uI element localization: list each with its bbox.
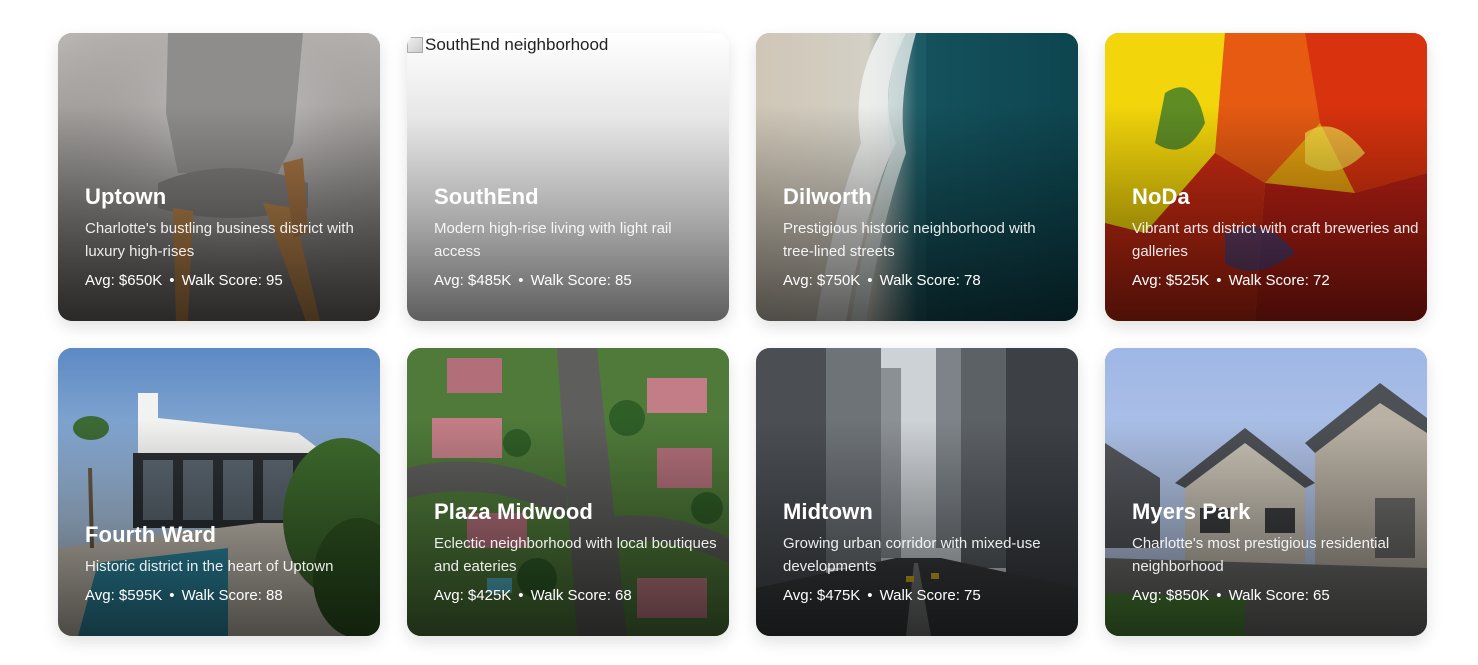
avg-price: Avg: $475K (783, 587, 861, 604)
avg-price: Avg: $595K (85, 587, 163, 604)
neighborhood-name: Dilworth (783, 184, 872, 209)
neighborhood-name: NoDa (1132, 184, 1190, 209)
walk-score: Walk Score: 88 (181, 587, 283, 604)
neighborhood-card-myers-park[interactable]: Myers Park Charlotte's most prestigious … (1105, 348, 1427, 636)
avg-price: Avg: $650K (85, 272, 163, 289)
avg-price: Avg: $750K (783, 272, 861, 289)
neighborhood-stats: Avg: $485K • Walk Score: 85 (434, 271, 721, 291)
separator: • (518, 272, 524, 289)
neighborhood-grid: Uptown Charlotte's bustling business dis… (58, 33, 1427, 636)
neighborhood-description: Charlotte's most prestigious residential… (1132, 535, 1390, 575)
neighborhood-description: Prestigious historic neighborhood with t… (783, 220, 1036, 260)
separator: • (518, 587, 524, 604)
neighborhood-stats: Avg: $595K • Walk Score: 88 (85, 586, 372, 606)
neighborhood-description: Historic district in the heart of Uptown (85, 558, 334, 575)
separator: • (1216, 272, 1222, 289)
neighborhood-name: Plaza Midwood (434, 499, 593, 524)
image-alt-text: SouthEnd neighborhood (425, 35, 609, 54)
neighborhood-card-fourth-ward[interactable]: Fourth Ward Historic district in the hea… (58, 348, 380, 636)
card-content: Myers Park Charlotte's most prestigious … (1132, 499, 1419, 606)
avg-price: Avg: $425K (434, 587, 512, 604)
neighborhood-stats: Avg: $650K • Walk Score: 95 (85, 271, 372, 291)
walk-score: Walk Score: 65 (1228, 587, 1330, 604)
neighborhood-stats: Avg: $425K • Walk Score: 68 (434, 586, 721, 606)
avg-price: Avg: $850K (1132, 587, 1210, 604)
walk-score: Walk Score: 75 (879, 587, 981, 604)
neighborhood-name: Uptown (85, 184, 167, 209)
card-content: SouthEnd Modern high-rise living with li… (434, 184, 721, 291)
neighborhood-description: Growing urban corridor with mixed-use de… (783, 535, 1041, 575)
walk-score: Walk Score: 68 (530, 587, 632, 604)
card-content: NoDa Vibrant arts district with craft br… (1132, 184, 1419, 291)
avg-price: Avg: $525K (1132, 272, 1210, 289)
neighborhood-card-southend[interactable]: SouthEnd neighborhood SouthEnd Modern hi… (407, 33, 729, 321)
neighborhood-stats: Avg: $525K • Walk Score: 72 (1132, 271, 1419, 291)
separator: • (867, 587, 873, 604)
avg-price: Avg: $485K (434, 272, 512, 289)
separator: • (169, 587, 175, 604)
walk-score: Walk Score: 72 (1228, 272, 1330, 289)
neighborhood-name: SouthEnd (434, 184, 539, 209)
neighborhood-card-noda[interactable]: NoDa Vibrant arts district with craft br… (1105, 33, 1427, 321)
neighborhood-stats: Avg: $850K • Walk Score: 65 (1132, 586, 1419, 606)
neighborhood-card-midtown[interactable]: Midtown Growing urban corridor with mixe… (756, 348, 1078, 636)
neighborhood-stats: Avg: $750K • Walk Score: 78 (783, 271, 1070, 291)
neighborhood-description: Modern high-rise living with light rail … (434, 220, 672, 260)
card-content: Midtown Growing urban corridor with mixe… (783, 499, 1070, 606)
separator: • (1216, 587, 1222, 604)
neighborhood-card-dilworth[interactable]: Dilworth Prestigious historic neighborho… (756, 33, 1078, 321)
neighborhood-description: Vibrant arts district with craft breweri… (1132, 220, 1419, 260)
neighborhood-description: Eclectic neighborhood with local boutiqu… (434, 535, 717, 575)
card-content: Plaza Midwood Eclectic neighborhood with… (434, 499, 721, 606)
neighborhood-name: Myers Park (1132, 499, 1251, 524)
card-content: Fourth Ward Historic district in the hea… (85, 522, 372, 606)
neighborhood-description: Charlotte's bustling business district w… (85, 220, 354, 260)
walk-score: Walk Score: 85 (530, 272, 632, 289)
card-content: Dilworth Prestigious historic neighborho… (783, 184, 1070, 291)
walk-score: Walk Score: 78 (879, 272, 981, 289)
separator: • (867, 272, 873, 289)
broken-image-icon: SouthEnd neighborhood (407, 35, 608, 55)
separator: • (169, 272, 175, 289)
neighborhood-name: Midtown (783, 499, 873, 524)
walk-score: Walk Score: 95 (181, 272, 283, 289)
card-content: Uptown Charlotte's bustling business dis… (85, 184, 372, 291)
neighborhood-card-plaza-midwood[interactable]: Plaza Midwood Eclectic neighborhood with… (407, 348, 729, 636)
image-placeholder-icon (407, 37, 423, 53)
neighborhood-card-uptown[interactable]: Uptown Charlotte's bustling business dis… (58, 33, 380, 321)
neighborhood-name: Fourth Ward (85, 522, 217, 547)
neighborhood-stats: Avg: $475K • Walk Score: 75 (783, 586, 1070, 606)
